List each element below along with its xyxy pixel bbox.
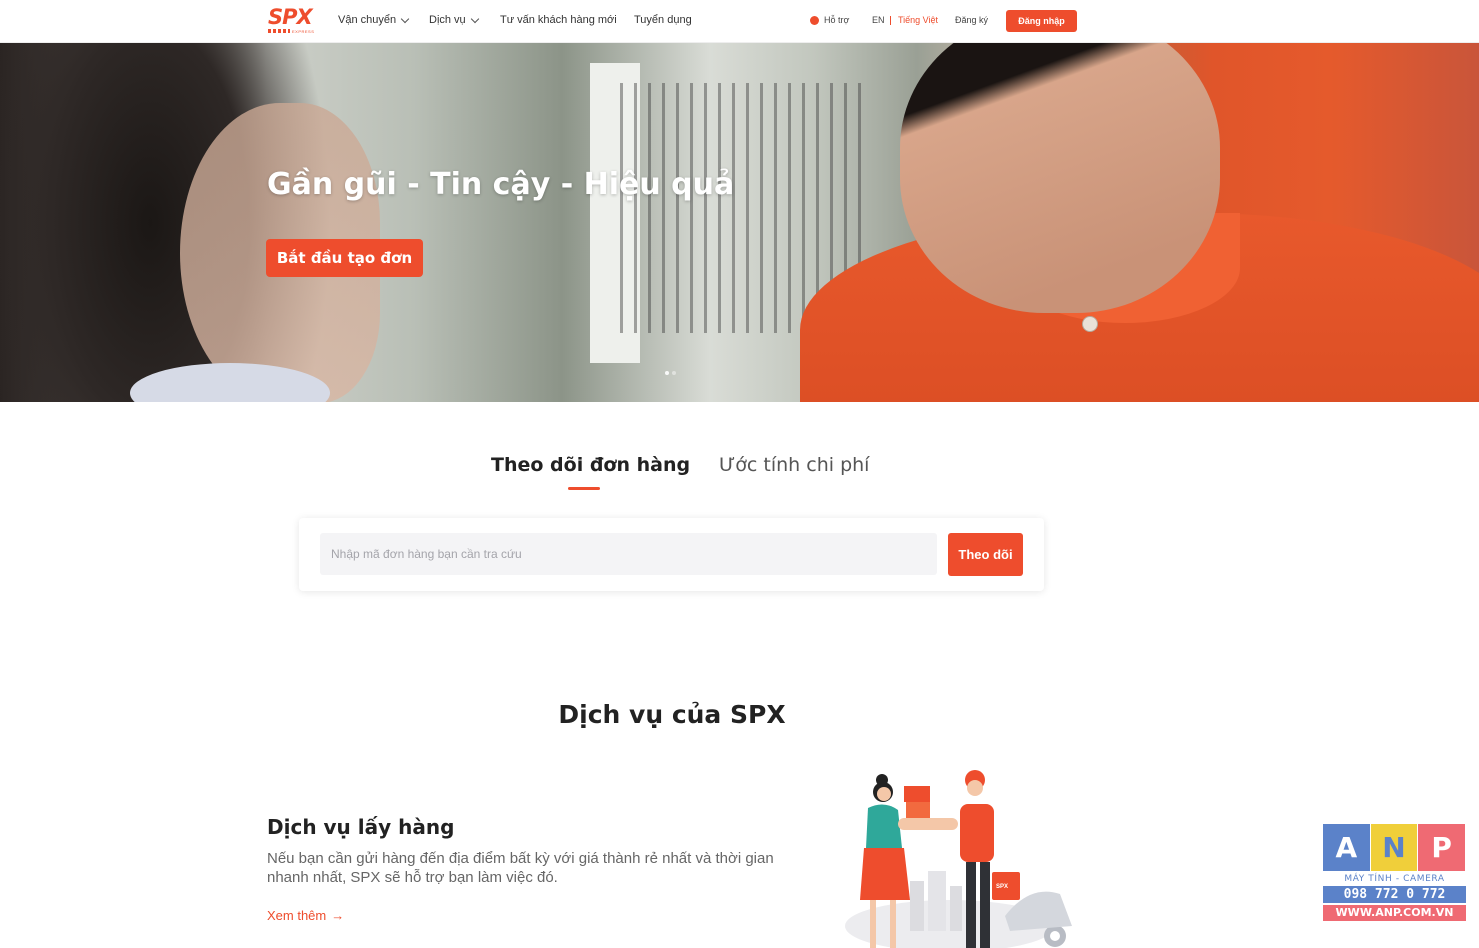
active-tab-indicator — [568, 487, 600, 490]
create-order-button[interactable]: Bắt đầu tạo đơn — [266, 239, 423, 277]
logo-stripes — [268, 29, 290, 33]
logo-subtext: EXPRESS — [292, 29, 315, 34]
nav-item-services[interactable]: Dịch vụ — [429, 14, 479, 26]
see-more-label: Xem thêm — [267, 908, 327, 923]
spx-logo[interactable]: SPX EXPRESS — [268, 6, 318, 34]
nav-item-label: Vận chuyển — [338, 14, 397, 26]
carousel-dot-1[interactable] — [665, 371, 669, 375]
support-label: Hỗ trợ — [824, 15, 850, 25]
see-more-link[interactable]: Xem thêm → — [267, 908, 344, 923]
signup-link[interactable]: Đăng ký — [955, 15, 988, 25]
anp-letter-n: N — [1370, 824, 1418, 871]
track-button[interactable]: Theo dõi — [948, 533, 1023, 576]
carousel-dots — [665, 371, 676, 375]
support-link[interactable]: Hỗ trợ — [810, 15, 849, 25]
top-navbar: SPX EXPRESS Vận chuyển Dịch vụ Tư vấn kh… — [0, 0, 1479, 43]
anp-letter-a: A — [1323, 824, 1370, 871]
anp-watermark: A N P MÁY TÍNH - CAMERA 098 772 0 772 WW… — [1323, 824, 1466, 938]
hero-banner: Gần gũi - Tin cậy - Hiệu quả Bắt đầu tạo… — [0, 43, 1479, 402]
hero-bg-courier-face — [900, 43, 1220, 313]
nav-item-label: Dịch vụ — [429, 14, 466, 26]
services-section-title: Dịch vụ của SPX — [558, 700, 786, 729]
support-icon — [810, 15, 819, 25]
anp-tagline: MÁY TÍNH - CAMERA — [1344, 874, 1445, 884]
lang-en-option[interactable]: EN — [872, 15, 885, 25]
chevron-down-icon — [470, 14, 479, 23]
login-button[interactable]: Đăng nhập — [1006, 10, 1077, 32]
box-label: SPX — [996, 884, 1009, 890]
arrow-right-icon: → — [331, 908, 345, 923]
anp-phone: 098 772 0 772 — [1323, 886, 1466, 903]
nav-item-new-customer-advice[interactable]: Tư vấn khách hàng mới — [500, 14, 617, 26]
chevron-down-icon — [400, 14, 410, 23]
tab-estimate-cost[interactable]: Ước tính chi phí — [719, 454, 869, 476]
carousel-dot-2[interactable] — [672, 371, 676, 375]
tracking-card: Theo dõi — [299, 518, 1044, 591]
service-description: Nếu bạn cần gửi hàng đến địa điểm bất kỳ… — [267, 850, 774, 886]
logo-text: SPX — [268, 5, 313, 29]
anp-website: WWW.ANP.COM.VN — [1323, 905, 1466, 921]
hero-bg-shirt-button — [1082, 316, 1098, 332]
hero-title: Gần gũi - Tin cậy - Hiệu quả — [267, 167, 735, 202]
nav-item-shipping[interactable]: Vận chuyển — [338, 14, 410, 26]
anp-letter-p: P — [1418, 824, 1466, 871]
nav-item-label: Tư vấn khách hàng mới — [500, 14, 617, 26]
tracking-code-input[interactable] — [320, 533, 937, 575]
tab-track-order[interactable]: Theo dõi đơn hàng — [491, 454, 690, 476]
anp-letters: A N P — [1323, 824, 1466, 871]
nav-item-label: Tuyển dụng — [634, 14, 692, 26]
pickup-service-illustration — [845, 770, 1072, 948]
nav-item-careers[interactable]: Tuyển dụng — [634, 14, 692, 26]
lang-vi-option[interactable]: Tiếng Việt — [898, 15, 938, 25]
lang-divider — [890, 16, 891, 25]
service-title: Dịch vụ lấy hàng — [267, 815, 455, 839]
